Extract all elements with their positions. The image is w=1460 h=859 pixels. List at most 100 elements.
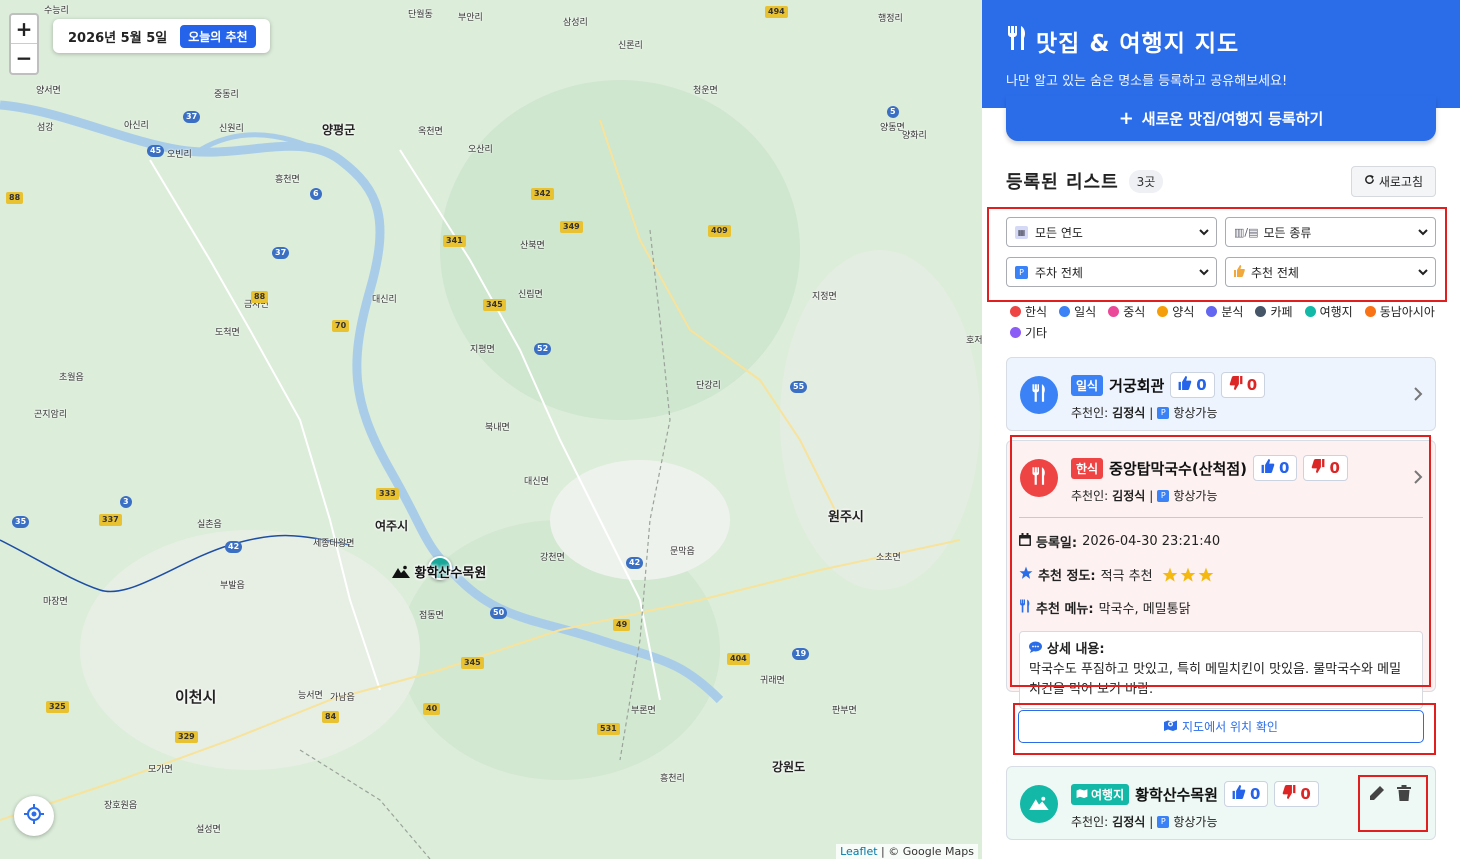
road-number-badge: 88 xyxy=(6,192,24,204)
place-label: 가남읍 xyxy=(330,693,355,703)
place-label: 점동면 xyxy=(419,611,444,621)
place-label: 대신면 xyxy=(524,477,549,487)
place-label: 단월동 xyxy=(408,10,433,20)
legend-dot xyxy=(1059,306,1071,317)
place-label: 북내면 xyxy=(485,423,510,433)
place-label: 삼성리 xyxy=(563,18,588,28)
map-attribution: Leaflet | © Google Maps xyxy=(836,844,978,859)
place-label: 오산리 xyxy=(468,145,493,155)
place-label: 대신리 xyxy=(372,295,397,305)
legend-item: 카페 xyxy=(1255,303,1293,320)
zoom-out-button[interactable]: − xyxy=(11,44,37,73)
city-label: 원주시 xyxy=(828,510,864,525)
road-number-badge: 70 xyxy=(332,320,350,332)
place-label: 아신리 xyxy=(124,121,149,131)
legend-dot xyxy=(1364,306,1376,317)
today-recommend-button[interactable]: 오늘의 추천 xyxy=(180,24,256,48)
place-label: 양서면 xyxy=(36,86,61,96)
highlight-box-filters xyxy=(987,207,1447,302)
parking-icon: P xyxy=(1157,406,1170,419)
place-label: 옥천면 xyxy=(418,127,443,137)
current-date: 2026년 5월 5일 xyxy=(68,30,168,46)
road-number-badge: 52 xyxy=(534,343,552,355)
category-legend: 한식 일식 중식 양식 분식 카페 여행지 동남아시아 기타 xyxy=(1010,303,1440,341)
city-label: 여주시 xyxy=(375,519,409,533)
road-number-badge: 37 xyxy=(272,247,290,259)
like-button[interactable]: 0 xyxy=(1170,372,1215,398)
recommender-name: 김정식 xyxy=(1112,815,1146,829)
city-label: 강원도 xyxy=(772,760,806,774)
place-label: 양화리 xyxy=(902,131,927,141)
zoom-in-button[interactable]: + xyxy=(11,15,37,44)
legend-dot xyxy=(1010,306,1021,317)
category-tag: 일식 xyxy=(1071,374,1104,396)
utensils-icon xyxy=(1031,384,1047,406)
road-number-badge: 404 xyxy=(727,653,750,665)
road-number-badge: 5 xyxy=(887,106,899,118)
place-label: 지정면 xyxy=(812,292,837,302)
like-button[interactable]: 0 xyxy=(1223,781,1269,807)
recommender-name: 김정식 xyxy=(1112,406,1146,420)
place-label: 행정리 xyxy=(878,14,903,24)
road-number-badge: 531 xyxy=(597,723,620,735)
place-label: 흥천면 xyxy=(275,175,300,185)
date-panel: 2026년 5월 5일 오늘의 추천 xyxy=(53,19,270,53)
place-label: 수능리 xyxy=(44,6,69,16)
place-label: 모가면 xyxy=(148,765,173,775)
city-label: 이천시 xyxy=(175,688,217,706)
place-label: 귀래면 xyxy=(760,676,785,686)
place-label: 세종대왕면 xyxy=(313,539,355,549)
place-label: 호저면 xyxy=(966,336,982,346)
road-number-badge: 37 xyxy=(183,111,201,123)
road-number-badge: 409 xyxy=(708,225,731,237)
road-number-badge: 35 xyxy=(12,516,30,528)
city-label: 양평군 xyxy=(322,123,356,137)
app-title: 맛집 & 여행지 지도 xyxy=(1006,24,1460,58)
parking-icon: P xyxy=(1157,815,1170,828)
place-name: 거궁회관 xyxy=(1109,376,1165,395)
plus-icon: + xyxy=(1118,107,1134,129)
road-number-badge: 329 xyxy=(175,731,198,743)
chevron-right-icon[interactable] xyxy=(1413,386,1423,406)
parking-status: 항상가능 xyxy=(1173,815,1218,829)
dislike-button[interactable]: 0 xyxy=(1220,372,1266,398)
refresh-button[interactable]: 새로고침 xyxy=(1350,165,1436,197)
highlight-box-card xyxy=(1010,435,1431,687)
legend-item: 기타 xyxy=(1010,324,1047,341)
road-number-badge: 337 xyxy=(99,514,122,526)
place-card[interactable]: 일식 거궁회관 0 0 추천인: 김정식 | P 항상가능 xyxy=(1006,357,1436,431)
card-title-row: 일식 거궁회관 0 0 xyxy=(1071,372,1266,398)
leaflet-link[interactable]: Leaflet xyxy=(840,845,877,858)
place-label: 판부면 xyxy=(832,706,857,716)
legend-item: 중식 xyxy=(1108,303,1145,320)
road-number-badge: 349 xyxy=(560,221,583,233)
place-label: 부발읍 xyxy=(220,581,245,591)
list-title: 등록된 리스트 xyxy=(1006,172,1119,193)
road-number-badge: 84 xyxy=(322,711,340,723)
sidebar: 맛집 & 여행지 지도 나만 알고 있는 숨은 명소를 등록하고 공유해보세요!… xyxy=(982,0,1460,859)
legend-item: 분식 xyxy=(1206,303,1243,320)
road-number-badge: 3 xyxy=(120,496,132,508)
place-label: 능서면 xyxy=(298,691,323,701)
road-number-badge: 42 xyxy=(225,541,243,553)
road-number-badge: 341 xyxy=(443,235,466,247)
place-label: 부론면 xyxy=(631,706,656,716)
road-number-badge: 345 xyxy=(483,299,506,311)
place-label: 부안리 xyxy=(458,13,483,23)
dislike-button[interactable]: 0 xyxy=(1274,781,1319,807)
place-label: 초월읍 xyxy=(59,373,84,383)
legend-dot xyxy=(1157,306,1169,317)
place-label: 강천면 xyxy=(540,553,565,563)
utensils-icon xyxy=(1006,26,1028,56)
map-view[interactable]: 양평군 여주시 이천시 원주시 강원도 수능리 단월동 부안리 삼성리 행정리 … xyxy=(0,0,982,859)
app-subtitle: 나만 알고 있는 숨은 명소를 등록하고 공유해보세요! xyxy=(1006,74,1288,89)
legend-dot xyxy=(1304,306,1316,317)
road-number-badge: 342 xyxy=(531,188,554,200)
list-count-badge: 3곳 xyxy=(1128,169,1164,193)
place-label: 오빈리 xyxy=(167,150,192,160)
map-icon xyxy=(1076,787,1088,801)
add-place-button[interactable]: + 새로운 맛집/여행지 등록하기 xyxy=(1006,96,1436,141)
road-number-badge: 49 xyxy=(613,619,631,631)
my-location-button[interactable] xyxy=(14,796,54,836)
card-title-row: 여행지 황학산수목원 0 0 xyxy=(1071,781,1319,807)
